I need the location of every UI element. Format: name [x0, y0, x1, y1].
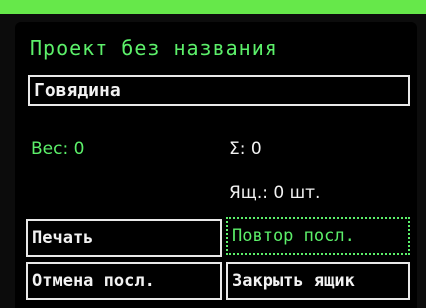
project-title: Проект без названия — [30, 36, 278, 60]
top-bar — [0, 0, 426, 14]
sum-readout: Σ: 0 — [229, 139, 262, 159]
print-button[interactable]: Печать — [26, 219, 222, 257]
weight-readout: Вес: 0 — [31, 139, 85, 159]
undo-last-button[interactable]: Отмена посл. — [26, 262, 222, 300]
product-field[interactable]: Говядина — [28, 75, 410, 106]
repeat-last-button[interactable]: Повтор посл. — [226, 217, 410, 255]
close-box-button[interactable]: Закрыть ящик — [226, 262, 410, 300]
box-count-readout: Ящ.: 0 шт. — [229, 183, 321, 203]
